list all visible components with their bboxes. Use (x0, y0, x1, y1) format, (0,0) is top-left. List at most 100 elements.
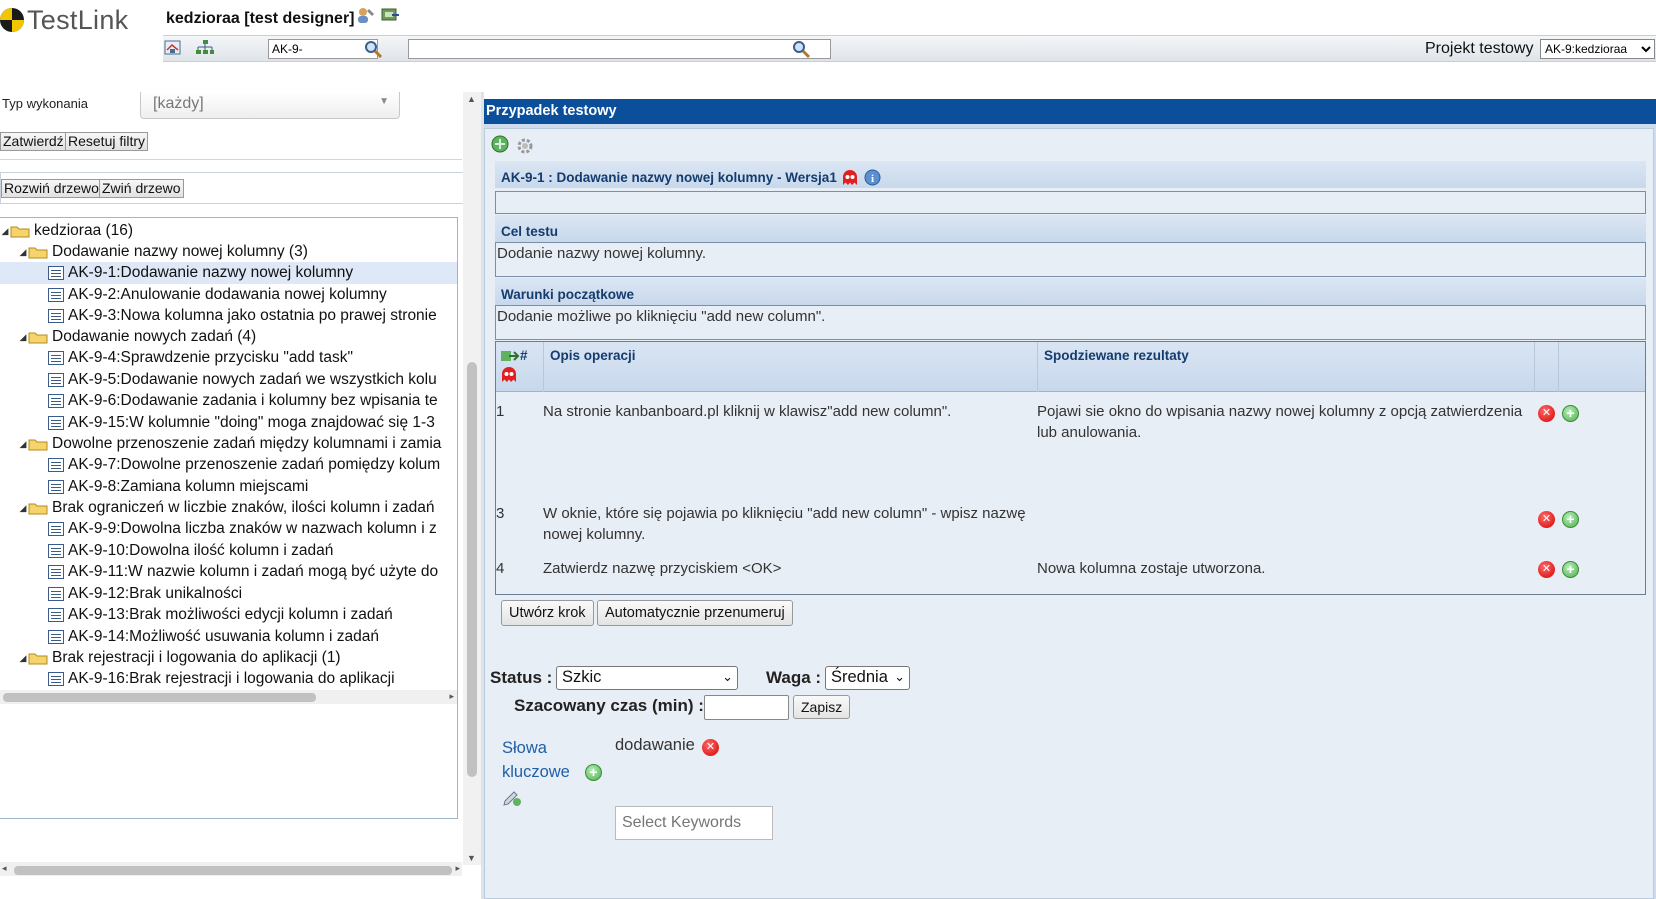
test-specification-icon[interactable] (195, 39, 215, 57)
tree-suite[interactable]: ◢ Dodawanie nazwy nowej kolumny (3) (0, 241, 457, 263)
tree-suite-label: Dodawanie nowych zadań (4) (52, 328, 257, 345)
tree-suite[interactable]: ◢ Brak rejestracji i logowania do aplika… (0, 647, 457, 669)
collapse-toggle-icon[interactable]: ◢ (18, 653, 28, 664)
tree-suite[interactable]: ◢ Dowolne przenoszenie zadań między kolu… (0, 433, 457, 455)
add-step-icon[interactable] (1562, 511, 1579, 528)
add-step-icon[interactable] (1562, 405, 1579, 422)
desktop-home-icon[interactable] (163, 39, 183, 57)
estimated-time-input[interactable] (704, 695, 789, 720)
step-number-header-label: # (520, 348, 528, 363)
add-step-icon[interactable] (1562, 561, 1579, 578)
tree-horizontal-scrollbar[interactable]: ▸ (0, 690, 457, 704)
tree-testcase[interactable]: AK-9-11:W nazwie kolumn i zadań mogą być… (0, 561, 457, 583)
edit-keywords-icon[interactable] (502, 787, 522, 807)
folder-icon (28, 332, 48, 344)
add-keyword-icon[interactable] (585, 764, 602, 781)
delete-step-icon[interactable] (1538, 561, 1555, 578)
status-select[interactable]: Szkic ⌄ (556, 666, 738, 690)
tree-testcase[interactable]: AK-9-14:Możliwość usuwania kolumn i zada… (0, 626, 457, 648)
apply-filters-button[interactable]: Zatwierdź (0, 132, 67, 151)
tree-testcase[interactable]: AK-9-5:Dodawanie nowych zadań we wszystk… (0, 369, 457, 391)
scroll-left-icon[interactable]: ◂ (2, 863, 7, 874)
scrollbar-thumb[interactable] (3, 693, 316, 702)
step-action[interactable]: Na stronie kanbanboard.pl kliknij w klaw… (543, 401, 1023, 422)
keywords-link[interactable]: Słowa kluczowe (502, 736, 592, 784)
collapse-toggle-icon[interactable]: ◢ (18, 503, 28, 514)
scroll-right-icon[interactable]: ▸ (449, 691, 454, 702)
step-action[interactable]: W oknie, które się pojawia po kliknięciu… (543, 503, 1033, 545)
collapse-toggle-icon[interactable]: ◢ (18, 332, 28, 343)
delete-step-icon[interactable] (1538, 511, 1555, 528)
tree-suite-label: Brak ograniczeń w liczbie znaków, ilości… (52, 499, 435, 516)
search-testcase-icon[interactable] (363, 39, 383, 59)
step-expected[interactable]: Pojawi sie okno do wpisania nazwy nowej … (1037, 401, 1527, 443)
reset-filters-button[interactable]: Resetuj filtry (65, 132, 149, 151)
gear-icon[interactable] (515, 136, 535, 156)
folder-icon (10, 226, 30, 238)
tree-testcase[interactable]: AK-9-12:Brak unikalności (0, 583, 457, 605)
step-row[interactable]: 3 W oknie, które się pojawia po kliknięc… (496, 503, 1645, 549)
ghost-icon[interactable] (841, 169, 859, 187)
tree-root[interactable]: ◢ kedzioraa (16) (0, 220, 457, 242)
tree-suite[interactable]: ◢ Dodawanie nowych zadań (4) (0, 326, 457, 348)
step-number: 1 (496, 403, 505, 420)
tree-testcase[interactable]: AK-9-2:Anulowanie dodawania nowej kolumn… (0, 284, 457, 306)
collapse-toggle-icon[interactable]: ◢ (0, 226, 10, 237)
tree-testcase[interactable]: AK-9-15:W kolumnie "doing" moga znajdowa… (0, 412, 457, 434)
ghost-icon[interactable] (500, 366, 518, 384)
execution-type-value: [każdy] (153, 95, 204, 112)
tree-testcase[interactable]: AK-9-8:Zamiana kolumn miejscami (0, 476, 457, 498)
expand-tree-button[interactable]: Rozwiń drzewo (1, 179, 102, 198)
renumber-steps-button[interactable]: Automatycznie przenumeruj (597, 600, 793, 626)
fulltext-search-icon[interactable] (791, 39, 811, 59)
pane-horizontal-scrollbar[interactable]: ◂ ▸ (0, 862, 462, 876)
logout-icon[interactable] (380, 6, 400, 24)
testcase-operations-icon[interactable] (490, 134, 510, 154)
tree-testcase[interactable]: AK-9-13:Brak możliwości edycji kolumn i … (0, 604, 457, 626)
navigation-pane: Typ wykonania [każdy] ▼ Zatwierdź Resetu… (0, 92, 468, 899)
execution-type-select[interactable]: [każdy] ▼ (140, 92, 400, 119)
tree-testcase[interactable]: AK-9-3:Nowa kolumna jako ostatnia po pra… (0, 305, 457, 327)
reorder-steps-icon[interactable] (500, 349, 520, 363)
collapse-toggle-icon[interactable]: ◢ (18, 247, 28, 258)
step-row[interactable]: 1 Na stronie kanbanboard.pl kliknij w kl… (496, 401, 1645, 481)
collapse-tree-button[interactable]: Zwiń drzewo (99, 179, 184, 198)
scroll-right-icon[interactable]: ▸ (455, 863, 460, 874)
remove-keyword-icon[interactable] (702, 739, 719, 756)
project-select[interactable]: AK-9:kedzioraa (1540, 39, 1655, 59)
user-settings-icon[interactable] (355, 6, 375, 24)
tree-testcase-selected[interactable]: AK-9-1:Dodawanie nazwy nowej kolumny (0, 262, 457, 284)
tree-testcase[interactable]: AK-9-9:Dowolna liczba znaków w nazwach k… (0, 518, 457, 540)
step-expected[interactable]: Nowa kolumna zostaje utworzona. (1037, 558, 1527, 579)
select-keywords-input[interactable] (615, 806, 773, 840)
scrollbar-thumb[interactable] (467, 362, 477, 777)
fulltext-search-input[interactable] (408, 39, 831, 59)
importance-select[interactable]: Średnia ⌄ (825, 666, 910, 690)
scroll-up-icon[interactable]: ▲ (467, 94, 476, 104)
testlink-logo[interactable]: TestLink (0, 4, 128, 36)
info-icon[interactable]: i (864, 169, 881, 186)
navigation-vertical-scrollbar[interactable]: ▲ ▼ (463, 92, 481, 865)
tree-testcase[interactable]: AK-9-6:Dodawanie zadania i kolumny bez w… (0, 390, 457, 412)
tree-testcase-label: AK-9-9:Dowolna liczba znaków w nazwach k… (68, 520, 437, 537)
testcase-id-input[interactable] (268, 39, 378, 59)
importance-label: Waga : (766, 668, 822, 687)
save-estimate-button[interactable]: Zapisz (793, 695, 851, 719)
tree-testcase[interactable]: AK-9-4:Sprawdzenie przycisku "add task" (0, 347, 457, 369)
steps-table-header: # Opis operacji Spodziewane rezultaty (496, 342, 1645, 392)
delete-step-icon[interactable] (1538, 405, 1555, 422)
collapse-toggle-icon[interactable]: ◢ (18, 439, 28, 450)
step-row[interactable]: 4 Zatwierdz nazwę przyciskiem <OK> Nowa … (496, 558, 1645, 588)
testcase-tree: ◢ kedzioraa (16) ◢ Dodawanie nazwy nowej… (0, 217, 458, 819)
tree-testcase[interactable]: AK-9-10:Dowolna ilość kolumn i zadań (0, 540, 457, 562)
tree-suite[interactable]: ◢ Brak ograniczeń w liczbie znaków, iloś… (0, 497, 457, 519)
tree-testcase[interactable]: AK-9-16:Brak rejestracji i logowania do … (0, 668, 457, 690)
testcase-icon (48, 266, 64, 280)
create-step-button[interactable]: Utwórz krok (501, 600, 594, 626)
folder-icon (28, 247, 48, 259)
scrollbar-thumb[interactable] (14, 866, 452, 875)
scroll-down-icon[interactable]: ▼ (467, 853, 476, 863)
tree-testcase[interactable]: AK-9-7:Dowolne przenoszenie zadań pomięd… (0, 454, 457, 476)
tree-testcase-label: AK-9-10:Dowolna ilość kolumn i zadań (68, 542, 334, 559)
step-action[interactable]: Zatwierdz nazwę przyciskiem <OK> (543, 558, 1033, 579)
